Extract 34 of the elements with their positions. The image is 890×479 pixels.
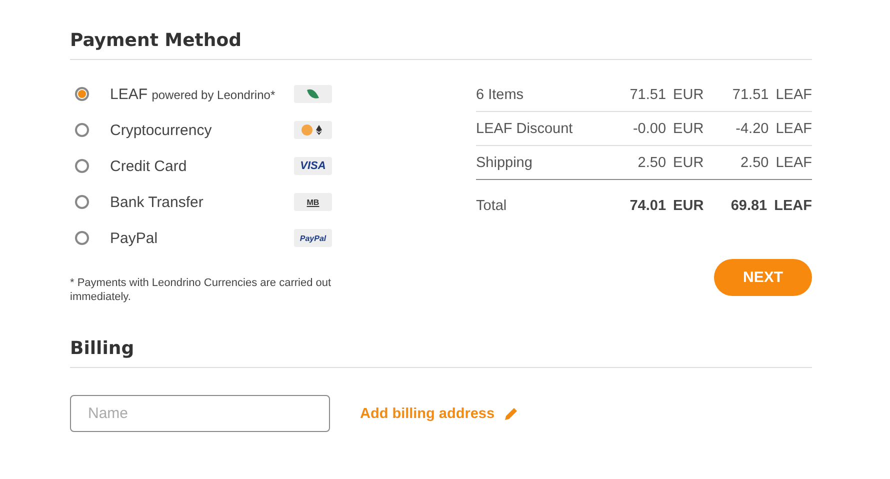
summary-label: Shipping [476,146,606,180]
leaf-logo-icon [294,85,332,103]
next-button[interactable]: NEXT [714,259,812,296]
summary-label: 6 Items [476,78,606,112]
footnote: * Payments with Leondrino Currencies are carried out immediately. [70,276,332,304]
paypal-logo: PayPal [294,229,332,247]
leaf-amount: -4.20 LEAF [704,112,812,146]
radio-button[interactable] [75,195,89,209]
radio-button[interactable] [75,159,89,173]
eur-amount: 74.01 EUR [605,180,704,231]
method-label: Bank Transfer [110,194,204,210]
section-title: Payment Method [70,30,812,60]
method-label: Credit Card [110,158,188,174]
add-billing-link[interactable]: Add billing address [360,406,518,422]
pencil-icon [504,406,518,420]
method-label: PayPal [110,230,159,246]
leaf-amount: 2.50 LEAF [704,146,812,180]
leaf-amount: 69.81 LEAF [704,180,812,231]
radio-button[interactable] [75,87,89,101]
leaf-amount: 71.51 LEAF [704,78,812,112]
summary-label: LEAF Discount [476,112,606,146]
radio-button[interactable] [75,231,89,245]
coins-icon [294,121,332,139]
radio-button[interactable] [75,123,89,137]
eur-amount: 2.50 EUR [605,146,704,180]
eur-amount: -0.00 EUR [605,112,704,146]
eur-amount: 71.51 EUR [605,78,704,112]
method-label: Cryptocurrency [110,122,213,138]
mb-logo: MB [294,193,332,211]
method-label: LEAF powered by Leondrino* [110,86,276,102]
name-field[interactable]: Name [70,395,330,432]
summary-label: Total [476,180,606,231]
section-title: Billing [70,338,812,368]
visa-logo: VISA [294,157,332,175]
